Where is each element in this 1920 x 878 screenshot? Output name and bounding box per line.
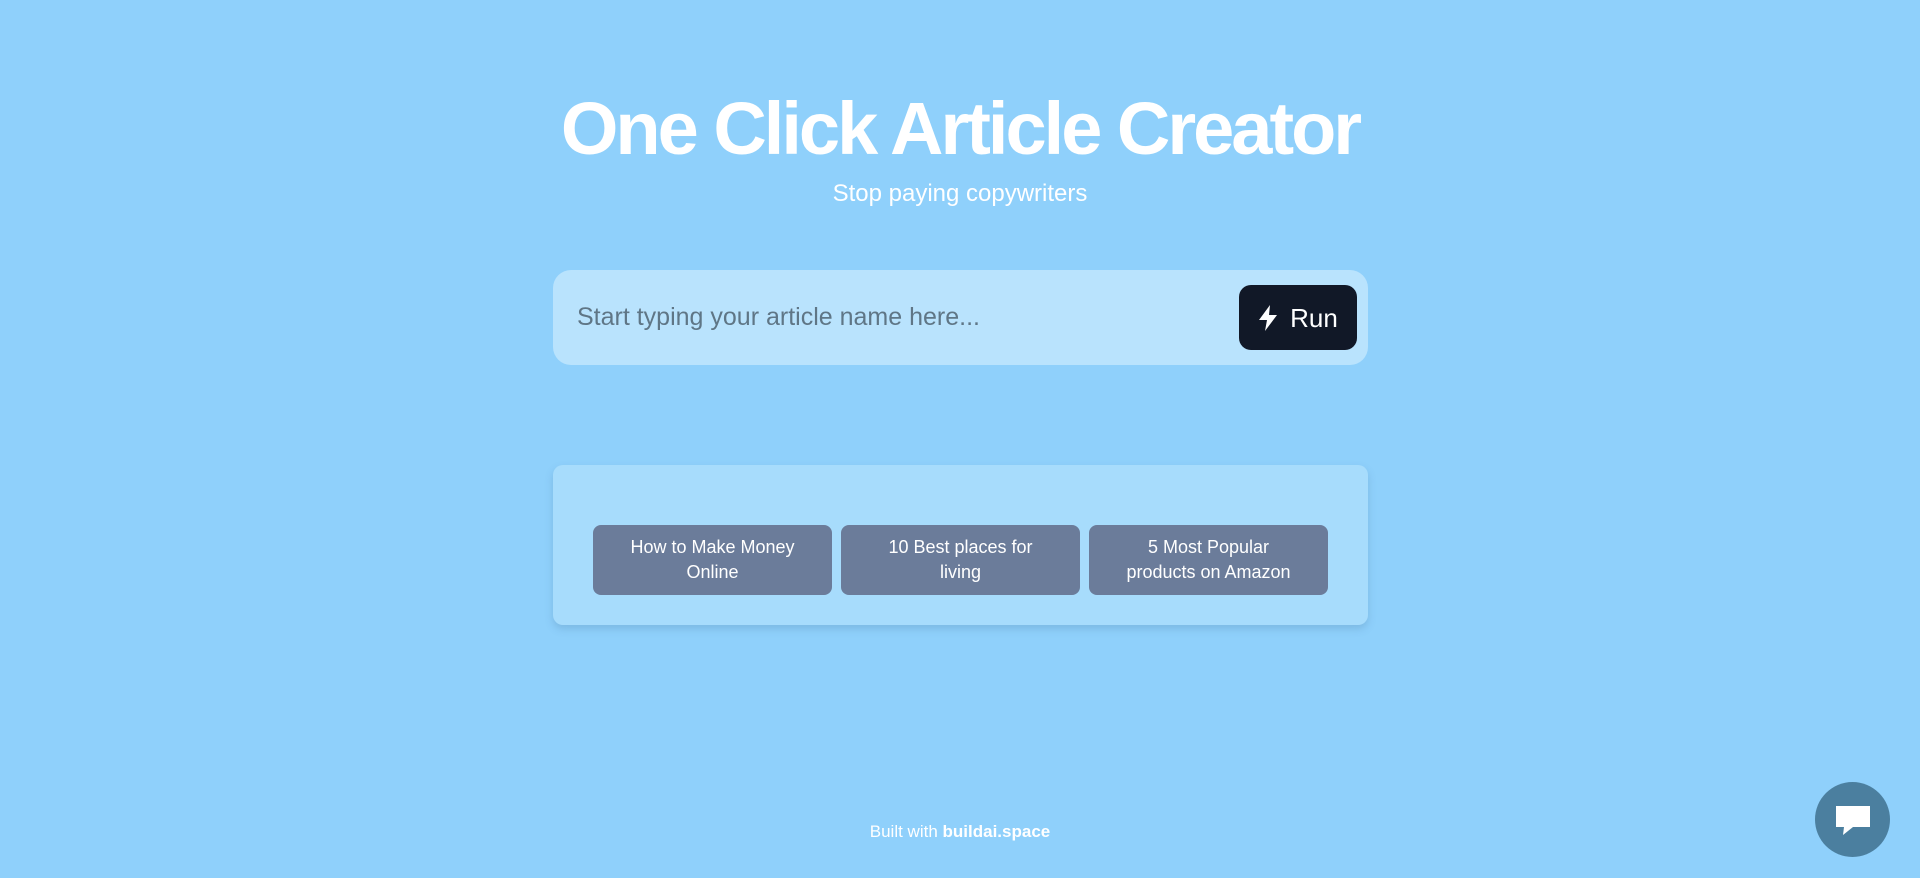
suggestion-button[interactable]: 10 Best places for living (841, 525, 1080, 595)
page: One Click Article Creator Stop paying co… (0, 0, 1920, 878)
page-subtitle: Stop paying copywriters (832, 180, 1088, 207)
page-title: One Click Article Creator (560, 87, 1362, 170)
article-name-input[interactable] (577, 294, 1217, 340)
run-button-label: Run (1290, 302, 1338, 333)
suggestion-button[interactable]: 5 Most Popular products on Amazon (1089, 525, 1328, 595)
article-search-bar: Run (553, 270, 1368, 365)
footer: Built with buildai.space (0, 820, 1920, 844)
suggestions-panel: How to Make Money Online 10 Best places … (553, 465, 1368, 625)
footer-prefix: Built with (869, 822, 938, 841)
chat-button[interactable] (1815, 782, 1890, 857)
run-button[interactable]: Run (1239, 285, 1357, 350)
chat-bubble-icon (1835, 805, 1870, 835)
lightning-bolt-icon (1259, 304, 1278, 331)
footer-brand-link[interactable]: buildai.space (943, 822, 1051, 841)
suggestion-button[interactable]: How to Make Money Online (593, 525, 832, 595)
